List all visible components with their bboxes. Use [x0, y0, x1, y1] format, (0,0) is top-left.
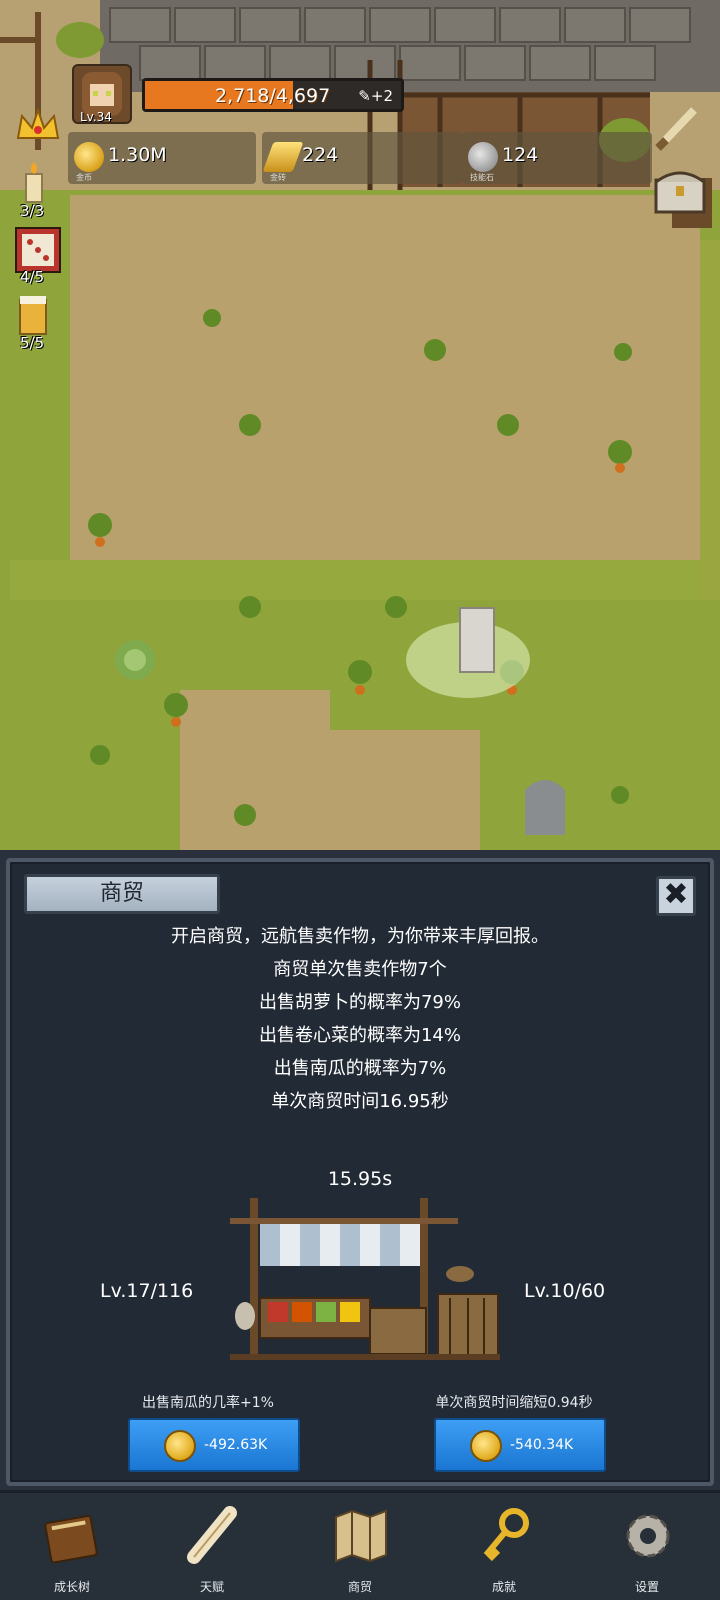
gold-bar-counter[interactable]: 224 金砖 [262, 132, 462, 184]
xp-bonus: ✎+2 [358, 87, 393, 105]
treasure-chest-icon [654, 171, 706, 214]
pumpkin-rate-upgrade-button[interactable]: -492.63K [128, 1418, 300, 1472]
gold-coin-icon [164, 1430, 196, 1462]
key-icon [483, 1508, 529, 1562]
gold-bar-label: 金砖 [270, 173, 286, 182]
skill-stone-value: 124 [502, 144, 539, 166]
gold-coin-icon [470, 1430, 502, 1462]
treasure-chest-button[interactable] [652, 164, 708, 216]
book-icon [44, 1514, 98, 1564]
nav-label: 设置 [634, 1580, 659, 1594]
farm-background [0, 0, 720, 850]
candle-item[interactable]: 3/3 [14, 160, 66, 220]
nav-growth-tree[interactable]: 成长树 [17, 1493, 127, 1600]
scroll-icon [187, 1506, 237, 1564]
nav-achievement[interactable]: 成就 [449, 1493, 559, 1600]
xp-bar: 2,718/4,697 ✎+2 [142, 78, 404, 112]
beer-mug-icon [19, 296, 47, 335]
beer-item[interactable]: 5/5 [14, 292, 66, 352]
nav-label: 天赋 [199, 1580, 224, 1594]
nav-talent[interactable]: 天赋 [157, 1493, 267, 1600]
skill-stone-counter[interactable]: 124 技能石 [462, 132, 652, 184]
sword-icon [655, 107, 697, 151]
nav-trade[interactable]: 商贸 [305, 1493, 415, 1600]
gold-bar-icon [262, 142, 304, 172]
market-stall-icon [230, 1198, 500, 1360]
sword-button[interactable] [650, 100, 706, 156]
nav-settings[interactable]: 设置 [592, 1493, 702, 1600]
upgrade-cost: -492.63K [204, 1437, 268, 1453]
carrot-rate: 出售胡萝卜的概率为79% [258, 992, 461, 1013]
trade-time-upgrade-button[interactable]: -540.34K [434, 1418, 606, 1472]
upgrade-cost: -540.34K [510, 1437, 574, 1453]
skill-stone-label: 技能石 [470, 173, 494, 182]
cabbage-rate: 出售卷心菜的概率为14% [258, 1025, 461, 1046]
skill-stone-icon [468, 142, 498, 172]
player-level: Lv.34 [80, 110, 112, 124]
xp-text: 2,718/4,697 [215, 85, 331, 107]
coin-counter[interactable]: 1.30M 金币 [68, 132, 256, 184]
trade-panel: 商贸 ✖ 开启商贸，远航售卖作物，为你带来丰厚回报。 商贸单次售卖作物7个 出售… [6, 858, 714, 1486]
crown-icon [16, 106, 60, 139]
map-icon [335, 1509, 387, 1563]
left-upgrade-caption: 出售南瓜的几率+1% [142, 1395, 274, 1411]
trade-timer: 15.95s [327, 1168, 393, 1190]
close-icon: ✖ [663, 877, 689, 912]
nav-label: 成就 [491, 1580, 516, 1594]
candle-count: 3/3 [20, 202, 45, 220]
gear-icon [626, 1514, 670, 1558]
gold-coin-icon [74, 142, 104, 172]
dice-icon [15, 227, 61, 273]
bottom-nav: 成长树 天赋 商贸 成就 设置 [0, 1490, 720, 1600]
crops-per-trade: 商贸单次售卖作物7个 [273, 959, 447, 980]
gold-bar-value: 224 [302, 144, 339, 166]
trade-description: 开启商贸，远航售卖作物，为你带来丰厚回报。 [171, 926, 549, 947]
dice-count: 4/5 [20, 268, 45, 286]
farm-scene[interactable]: Lv.34 2,718/4,697 ✎+2 1.30M 金币 224 金砖 12… [0, 0, 720, 850]
trade-time: 单次商贸时间16.95秒 [271, 1091, 449, 1112]
nav-label: 成长树 [53, 1580, 90, 1594]
left-upgrade-level: Lv.17/116 [100, 1280, 194, 1302]
close-button[interactable]: ✖ [656, 876, 696, 916]
nav-label: 商贸 [347, 1580, 372, 1594]
dice-item[interactable]: 4/5 [14, 226, 66, 286]
feather-icon: ✎ [358, 87, 371, 105]
candle-icon [25, 162, 43, 203]
coin-label: 金币 [76, 173, 92, 182]
right-upgrade-caption: 单次商贸时间缩短0.94秒 [435, 1395, 593, 1411]
coin-value: 1.30M [108, 144, 167, 166]
panel-title: 商贸 [24, 874, 220, 914]
pumpkin-rate: 出售南瓜的概率为7% [273, 1058, 447, 1079]
beer-count: 5/5 [20, 334, 45, 352]
right-upgrade-level: Lv.10/60 [524, 1280, 606, 1302]
crown-button[interactable] [14, 104, 62, 148]
